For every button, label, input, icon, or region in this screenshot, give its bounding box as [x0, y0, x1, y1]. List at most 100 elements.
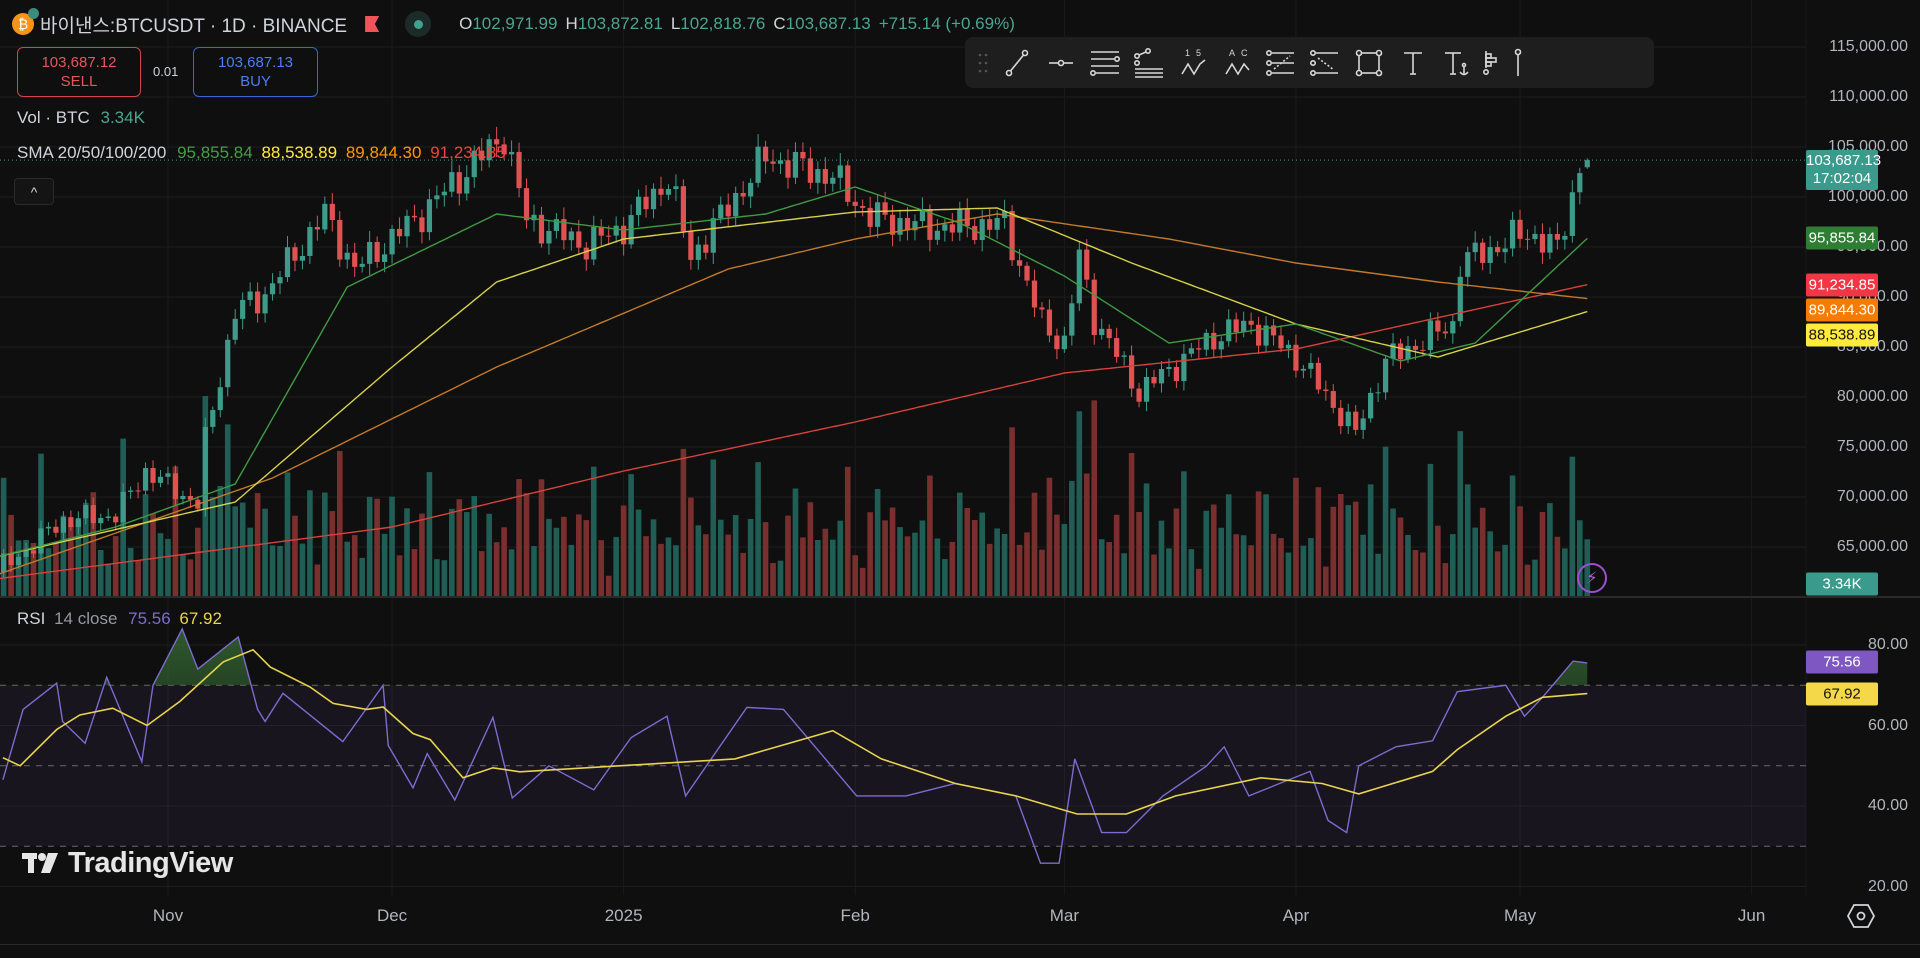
abc-pattern-icon[interactable]: AC [1215, 43, 1259, 83]
candle-body [322, 203, 328, 230]
price-tick-label: 110,000.00 [1829, 88, 1908, 105]
volume-bar [209, 497, 216, 596]
volume-legend[interactable]: Vol · BTC 3.34K [17, 108, 145, 128]
volume-bar [703, 534, 709, 596]
volume-bar [411, 549, 418, 596]
elliott-wave-icon[interactable]: 15 [1171, 43, 1215, 83]
trend-line-icon[interactable] [995, 43, 1039, 83]
sell-button[interactable]: 103,687.12 SELL [17, 47, 141, 97]
candle-body [120, 491, 126, 523]
rsi-legend[interactable]: RSI 14 close 75.56 67.92 [17, 609, 222, 629]
price-change: +715.14 (+0.69%) [878, 14, 1015, 33]
volume-bar [1285, 552, 1292, 596]
candle-body [105, 516, 111, 519]
volume-bar [165, 538, 171, 596]
volume-bar [1270, 533, 1277, 596]
buy-button[interactable]: 103,687.13 BUY [193, 47, 318, 97]
volume-bar [217, 486, 224, 596]
volume-profile-icon[interactable] [1479, 43, 1505, 83]
volume-bar [620, 505, 627, 596]
candle-body [703, 244, 709, 253]
candle-body [1091, 279, 1097, 336]
sma200-value: 91,234.85 [430, 143, 506, 162]
symbol-title[interactable]: 바이낸스:BTCUSDT · 1D · BINANCE [40, 11, 347, 38]
candle-body [23, 550, 29, 557]
volume-bar [508, 549, 515, 596]
candle-body [1248, 320, 1254, 325]
svg-text:A: A [1229, 48, 1235, 58]
rsi-tick-label: 60.00 [1867, 716, 1908, 734]
candle-body [1129, 355, 1135, 389]
volume-bar [426, 472, 433, 596]
candle-body [262, 294, 268, 314]
sma50-value: 88,538.89 [261, 143, 338, 162]
fib-retracement-icon[interactable] [1127, 43, 1171, 83]
candle-body [1315, 362, 1321, 390]
candle-body [180, 495, 186, 500]
candle-body [1397, 343, 1404, 360]
candle-body [1233, 319, 1239, 333]
volume-bar [822, 528, 829, 596]
text-icon[interactable] [1391, 43, 1435, 83]
candle-body [68, 517, 74, 528]
candle-body [1547, 233, 1553, 253]
sma100-value: 89,844.30 [345, 143, 422, 162]
volume-bar [1061, 523, 1068, 596]
time-tick-label: Feb [840, 906, 870, 925]
volume-bar [135, 560, 141, 596]
sma-legend[interactable]: SMA 20/50/100/200 95,855.84 88,538.89 89… [17, 143, 506, 163]
collapse-legend-button[interactable]: ^ [14, 178, 54, 205]
time-tick-label: 2025 [604, 906, 643, 925]
anchored-text-icon[interactable] [1435, 43, 1479, 83]
volume-bar [590, 466, 597, 596]
horizontal-ray-icon[interactable] [1039, 43, 1083, 83]
volume-bar [1554, 536, 1561, 596]
candle-body [90, 505, 96, 524]
candle-body [307, 226, 313, 256]
volume-bar [1278, 538, 1284, 596]
candle-body [658, 188, 664, 195]
bar-countdown: 17:02:04 [1812, 170, 1872, 187]
candle-body [225, 339, 231, 388]
candle-body [904, 218, 911, 231]
volume-bar [187, 559, 194, 596]
volume-bar [1293, 477, 1299, 596]
candle-body [949, 224, 955, 233]
candle-body [1330, 391, 1336, 408]
volume-bar [755, 462, 761, 596]
fib-channel-icon[interactable] [1259, 43, 1303, 83]
candle-body [1442, 331, 1448, 334]
candle-body [426, 199, 433, 233]
market-status-icon[interactable] [405, 11, 432, 37]
volume-bar [150, 513, 156, 596]
settings-icon[interactable] [1846, 903, 1876, 929]
drag-handle-icon[interactable] [971, 43, 995, 83]
rsi-params: 14 close [54, 609, 118, 628]
candle-body [822, 169, 828, 184]
volume-bar [1031, 492, 1038, 596]
candle-body [441, 191, 447, 196]
rectangle-icon[interactable] [1347, 43, 1391, 83]
flag-icon[interactable] [365, 16, 380, 32]
volume-bar [770, 563, 776, 596]
volume-bar [299, 543, 306, 596]
candle-body [1226, 319, 1232, 342]
volume-bar [471, 496, 478, 596]
rsi-ma-value: 67.92 [179, 609, 222, 628]
candle-body [1046, 309, 1053, 336]
lightning-icon[interactable]: ⚡︎ [1577, 563, 1607, 593]
buy-price: 103,687.13 [217, 54, 294, 71]
price-tick-label: 70,000.00 [1836, 488, 1908, 505]
candle-body [837, 165, 843, 178]
candle-body [1300, 368, 1307, 371]
parallel-channel-icon[interactable] [1083, 43, 1127, 83]
price-note-icon[interactable] [1505, 43, 1531, 83]
regression-trend-icon[interactable] [1303, 43, 1347, 83]
candle-body [1009, 210, 1015, 261]
volume-bar [1502, 544, 1508, 596]
candle-body [1502, 248, 1508, 253]
candle-body [1173, 366, 1180, 382]
volume-bar [1323, 566, 1329, 596]
volume-bar [725, 534, 732, 596]
candle-body [1338, 407, 1344, 427]
